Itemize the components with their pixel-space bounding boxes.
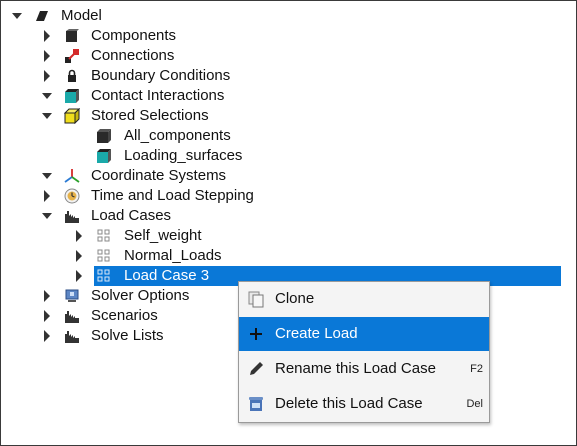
tree-item-boundary-conditions[interactable]: Boundary Conditions xyxy=(1,66,576,86)
tree-item-stored-selections[interactable]: Stored Selections xyxy=(1,106,576,126)
load-case-icon xyxy=(97,249,110,262)
model-tree-panel: Model Components Connections Boundary Co… xyxy=(0,0,577,446)
chevron-down-icon[interactable] xyxy=(11,6,23,26)
tree-item-self-weight[interactable]: Self_weight xyxy=(1,226,576,246)
components-icon xyxy=(97,129,111,143)
tree-label: Solver Options xyxy=(91,287,190,304)
plus-icon xyxy=(250,328,262,340)
load-case-icon xyxy=(97,229,110,242)
shortcut-label: Del xyxy=(466,398,483,410)
tree-item-time-load-stepping[interactable]: Time and Load Stepping xyxy=(1,186,576,206)
tree-label: All_components xyxy=(124,127,231,144)
chevron-right-icon[interactable] xyxy=(41,66,53,86)
tree-item-loading-surfaces[interactable]: Loading_surfaces xyxy=(1,146,576,166)
chevron-down-icon[interactable] xyxy=(41,86,53,106)
menu-item-delete[interactable]: Delete this Load Case Del xyxy=(239,387,489,421)
tree-item-components[interactable]: Components xyxy=(1,26,576,46)
menu-item-label: Create Load xyxy=(275,325,358,342)
shortcut-label: F2 xyxy=(470,363,483,375)
tree-item-coordinate-systems[interactable]: Coordinate Systems xyxy=(1,166,576,186)
chevron-right-icon[interactable] xyxy=(41,46,53,66)
menu-item-rename[interactable]: Rename this Load Case F2 xyxy=(239,352,489,386)
tree-label: Stored Selections xyxy=(91,107,209,124)
chevron-right-icon[interactable] xyxy=(73,246,85,266)
menu-item-clone[interactable]: Clone xyxy=(239,282,489,316)
pencil-icon xyxy=(250,362,263,375)
chevron-down-icon[interactable] xyxy=(41,106,53,126)
tree-item-all-components[interactable]: All_components xyxy=(1,126,576,146)
tree-label: Model xyxy=(61,7,102,24)
tree-label: Load Case 3 xyxy=(124,267,210,284)
tree-item-load-cases[interactable]: Load Cases xyxy=(1,206,576,226)
menu-item-label: Clone xyxy=(275,290,315,307)
chevron-down-icon[interactable] xyxy=(41,206,53,226)
tree-label: Coordinate Systems xyxy=(91,167,227,184)
menu-item-label: Delete this Load Case xyxy=(275,395,423,412)
stored-selections-icon xyxy=(64,108,80,124)
load-case-icon xyxy=(97,269,110,282)
model-icon xyxy=(36,11,48,21)
chevron-right-icon[interactable] xyxy=(41,286,53,306)
coordinate-axes-icon xyxy=(64,169,80,183)
tree-label: Load Cases xyxy=(91,207,172,224)
load-cases-icon xyxy=(65,211,79,223)
tree-label: Normal_Loads xyxy=(124,247,222,264)
menu-item-label: Rename this Load Case xyxy=(275,360,436,377)
tree-label: Contact Interactions xyxy=(91,87,225,104)
tree-item-connections[interactable]: Connections xyxy=(1,46,576,66)
tree-label: Solve Lists xyxy=(91,327,164,344)
tree-item-model[interactable]: Model xyxy=(1,6,576,26)
connections-icon xyxy=(65,49,79,63)
scenarios-icon xyxy=(65,311,79,323)
surface-selection-icon xyxy=(97,149,111,163)
chevron-right-icon[interactable] xyxy=(41,306,53,326)
menu-item-create-load[interactable]: Create Load xyxy=(239,317,489,351)
tree-label: Time and Load Stepping xyxy=(91,187,254,204)
chevron-down-icon[interactable] xyxy=(41,166,53,186)
tree-label: Components xyxy=(91,27,177,44)
contact-interactions-icon xyxy=(65,89,79,103)
lock-icon xyxy=(68,69,76,82)
solver-options-icon xyxy=(65,289,79,302)
chevron-right-icon[interactable] xyxy=(73,226,85,246)
tree-label: Connections xyxy=(91,47,175,64)
clock-icon xyxy=(64,188,80,204)
chevron-right-icon[interactable] xyxy=(73,266,85,286)
context-menu: Clone Create Load Rename this Load Case … xyxy=(238,281,490,423)
tree-label: Boundary Conditions xyxy=(91,67,231,84)
tree-label: Loading_surfaces xyxy=(124,147,243,164)
tree-label: Self_weight xyxy=(124,227,202,244)
solve-lists-icon xyxy=(65,331,79,343)
trash-icon xyxy=(249,397,263,411)
clone-icon xyxy=(248,291,264,308)
tree-item-contact-interactions[interactable]: Contact Interactions xyxy=(1,86,576,106)
tree-label: Scenarios xyxy=(91,307,158,324)
tree-item-normal-loads[interactable]: Normal_Loads xyxy=(1,246,576,266)
components-icon xyxy=(66,29,79,42)
chevron-right-icon[interactable] xyxy=(41,186,53,206)
chevron-right-icon[interactable] xyxy=(41,26,53,46)
chevron-right-icon[interactable] xyxy=(41,326,53,346)
